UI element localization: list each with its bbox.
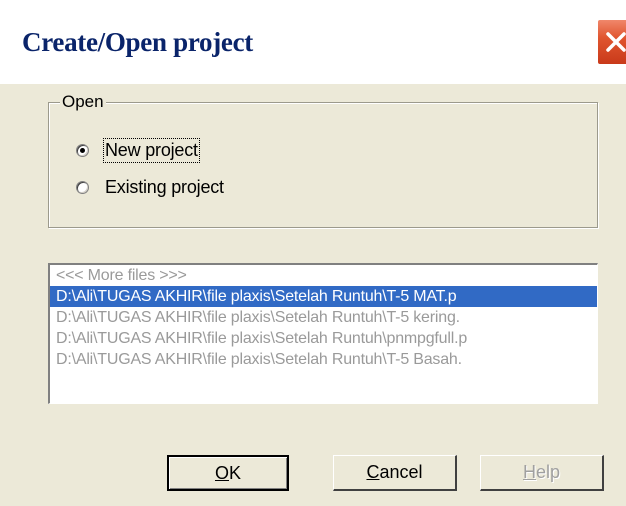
dialog-title: Create/Open project	[22, 27, 253, 57]
list-item[interactable]: D:\Ali\TUGAS AKHIR\file plaxis\Setelah R…	[50, 286, 597, 307]
cancel-button[interactable]: Cancel	[333, 455, 457, 491]
title-bar[interactable]: Create/Open project	[0, 0, 626, 84]
help-label-rest: elp	[535, 462, 561, 482]
open-group-legend: Open	[60, 92, 106, 112]
new-project-label[interactable]: New project	[103, 137, 200, 163]
list-item[interactable]: D:\Ali\TUGAS AKHIR\file plaxis\Setelah R…	[50, 307, 597, 328]
cancel-mnemonic: C	[366, 462, 380, 482]
create-open-project-dialog: Create/Open project Open New project Exi…	[0, 0, 626, 506]
recent-files-list[interactable]: <<< More files >>> D:\Ali\TUGAS AKHIR\fi…	[48, 263, 598, 404]
existing-project-label[interactable]: Existing project	[105, 177, 224, 198]
radio-button-checked-icon[interactable]	[76, 143, 89, 157]
help-mnemonic: H	[522, 462, 536, 482]
ok-label-rest: K	[229, 462, 242, 483]
ok-button[interactable]: OK	[167, 455, 289, 491]
list-item[interactable]: D:\Ali\TUGAS AKHIR\file plaxis\Setelah R…	[50, 328, 597, 349]
close-button[interactable]	[596, 18, 626, 66]
open-group-box	[48, 102, 598, 228]
existing-project-radio[interactable]: Existing project	[76, 176, 224, 198]
ok-mnemonic: O	[214, 462, 229, 483]
list-item[interactable]: D:\Ali\TUGAS AKHIR\file plaxis\Setelah R…	[50, 349, 597, 370]
new-project-radio[interactable]: New project	[76, 137, 200, 163]
close-x-icon	[606, 32, 626, 52]
cancel-label-rest: ancel	[379, 462, 423, 482]
list-item-more-files[interactable]: <<< More files >>>	[50, 265, 597, 286]
radio-button-unchecked-icon[interactable]	[76, 180, 89, 194]
help-button[interactable]: Help	[480, 455, 604, 491]
